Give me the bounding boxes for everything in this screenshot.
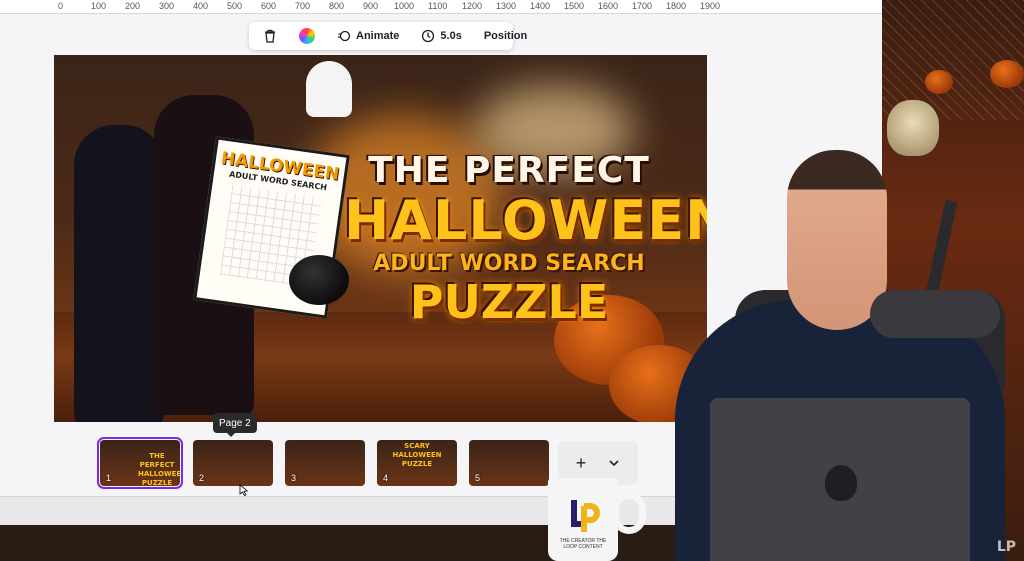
chevron-down-icon[interactable] — [608, 457, 620, 469]
element-toolbar: Animate 5.0s Position — [249, 22, 527, 50]
page-number: 4 — [383, 473, 389, 483]
page-thumbnail-2[interactable]: 2 — [193, 440, 273, 486]
mug-logo — [571, 500, 600, 532]
ruler-tick: 1600 — [598, 1, 619, 11]
title-line-3: ADULT WORD SEARCH — [373, 251, 645, 276]
ruler-tick: 1400 — [530, 1, 551, 11]
mug-text: THE CREATOR THE LOOP CONTENT — [559, 538, 607, 550]
position-label: Position — [483, 30, 528, 42]
ruler-tick: 1500 — [564, 1, 585, 11]
animate-icon — [338, 30, 351, 42]
slide-canvas[interactable]: HALLOWEEN ADULT WORD SEARCH THE PERFECT … — [54, 55, 707, 422]
page-tooltip: Page 2 — [213, 413, 257, 437]
pumpkin — [990, 60, 1024, 88]
ruler-tick: 1700 — [632, 1, 653, 11]
mug-handle — [612, 492, 646, 534]
trash-icon — [265, 29, 275, 43]
ruler-tick: 1100 — [428, 1, 448, 11]
duration-button[interactable]: 5.0s — [415, 25, 467, 47]
ruler-tick: 1200 — [462, 1, 483, 11]
ruler-tick: 500 — [227, 1, 243, 11]
microphone — [870, 290, 1000, 338]
witch-figure — [74, 125, 164, 422]
page-thumbnail-3[interactable]: 3 — [285, 440, 365, 486]
webcam-overlay — [655, 0, 1024, 561]
slide-title[interactable]: THE PERFECT HALLOWEEN ADULT WORD SEARCH … — [344, 150, 707, 329]
add-page-button[interactable]: + — [576, 453, 587, 474]
ruler-tick: 900 — [363, 1, 379, 11]
thumbnail-title: THE PERFECT HALLOWEEN PUZZLE — [138, 452, 180, 486]
page-number: 1 — [106, 473, 112, 483]
position-button[interactable]: Position — [478, 25, 533, 47]
page-number: 3 — [291, 473, 297, 483]
animate-button[interactable]: Animate — [331, 25, 405, 47]
page-thumbnail-5[interactable]: 5 — [469, 440, 549, 486]
title-line-2: HALLOWEEN — [344, 189, 707, 252]
channel-watermark: LP — [996, 539, 1016, 555]
ruler-tick: 800 — [329, 1, 345, 11]
ruler-tick: 100 — [91, 1, 107, 11]
duration-label: 5.0s — [440, 30, 462, 42]
page-thumbnail-4[interactable]: SCARY HALLOWEEN PUZZLE 4 — [377, 440, 457, 486]
ruler-tick: 1000 — [394, 1, 415, 11]
mouse-cursor-icon — [239, 484, 249, 496]
ruler-tick: 300 — [159, 1, 175, 11]
delete-button[interactable] — [257, 25, 283, 47]
animate-label: Animate — [356, 30, 400, 42]
ruler-tick: 0 — [58, 1, 64, 11]
page-thumbnail-1[interactable]: THE PERFECT HALLOWEEN PUZZLE 1 — [97, 437, 183, 489]
ruler-tick: 1300 — [496, 1, 517, 11]
clock-icon — [422, 29, 435, 43]
cauldron — [289, 255, 349, 305]
skull-decoration — [887, 100, 939, 156]
ruler-tick: 600 — [261, 1, 277, 11]
color-button[interactable] — [293, 25, 321, 47]
page-number: 2 — [199, 473, 205, 483]
pumpkin — [925, 70, 953, 94]
thumbnail-title: SCARY HALLOWEEN PUZZLE — [392, 442, 442, 468]
page-number: 5 — [475, 473, 481, 483]
ruler-tick: 200 — [125, 1, 141, 11]
color-wheel-icon — [299, 28, 315, 44]
ruler-tick: 400 — [193, 1, 209, 11]
title-line-4: PUZZLE — [409, 275, 609, 329]
ghost-decoration — [306, 61, 352, 117]
ruler-tick: 700 — [295, 1, 311, 11]
apple-logo-icon — [825, 465, 857, 501]
title-line-1: THE PERFECT — [368, 150, 650, 191]
